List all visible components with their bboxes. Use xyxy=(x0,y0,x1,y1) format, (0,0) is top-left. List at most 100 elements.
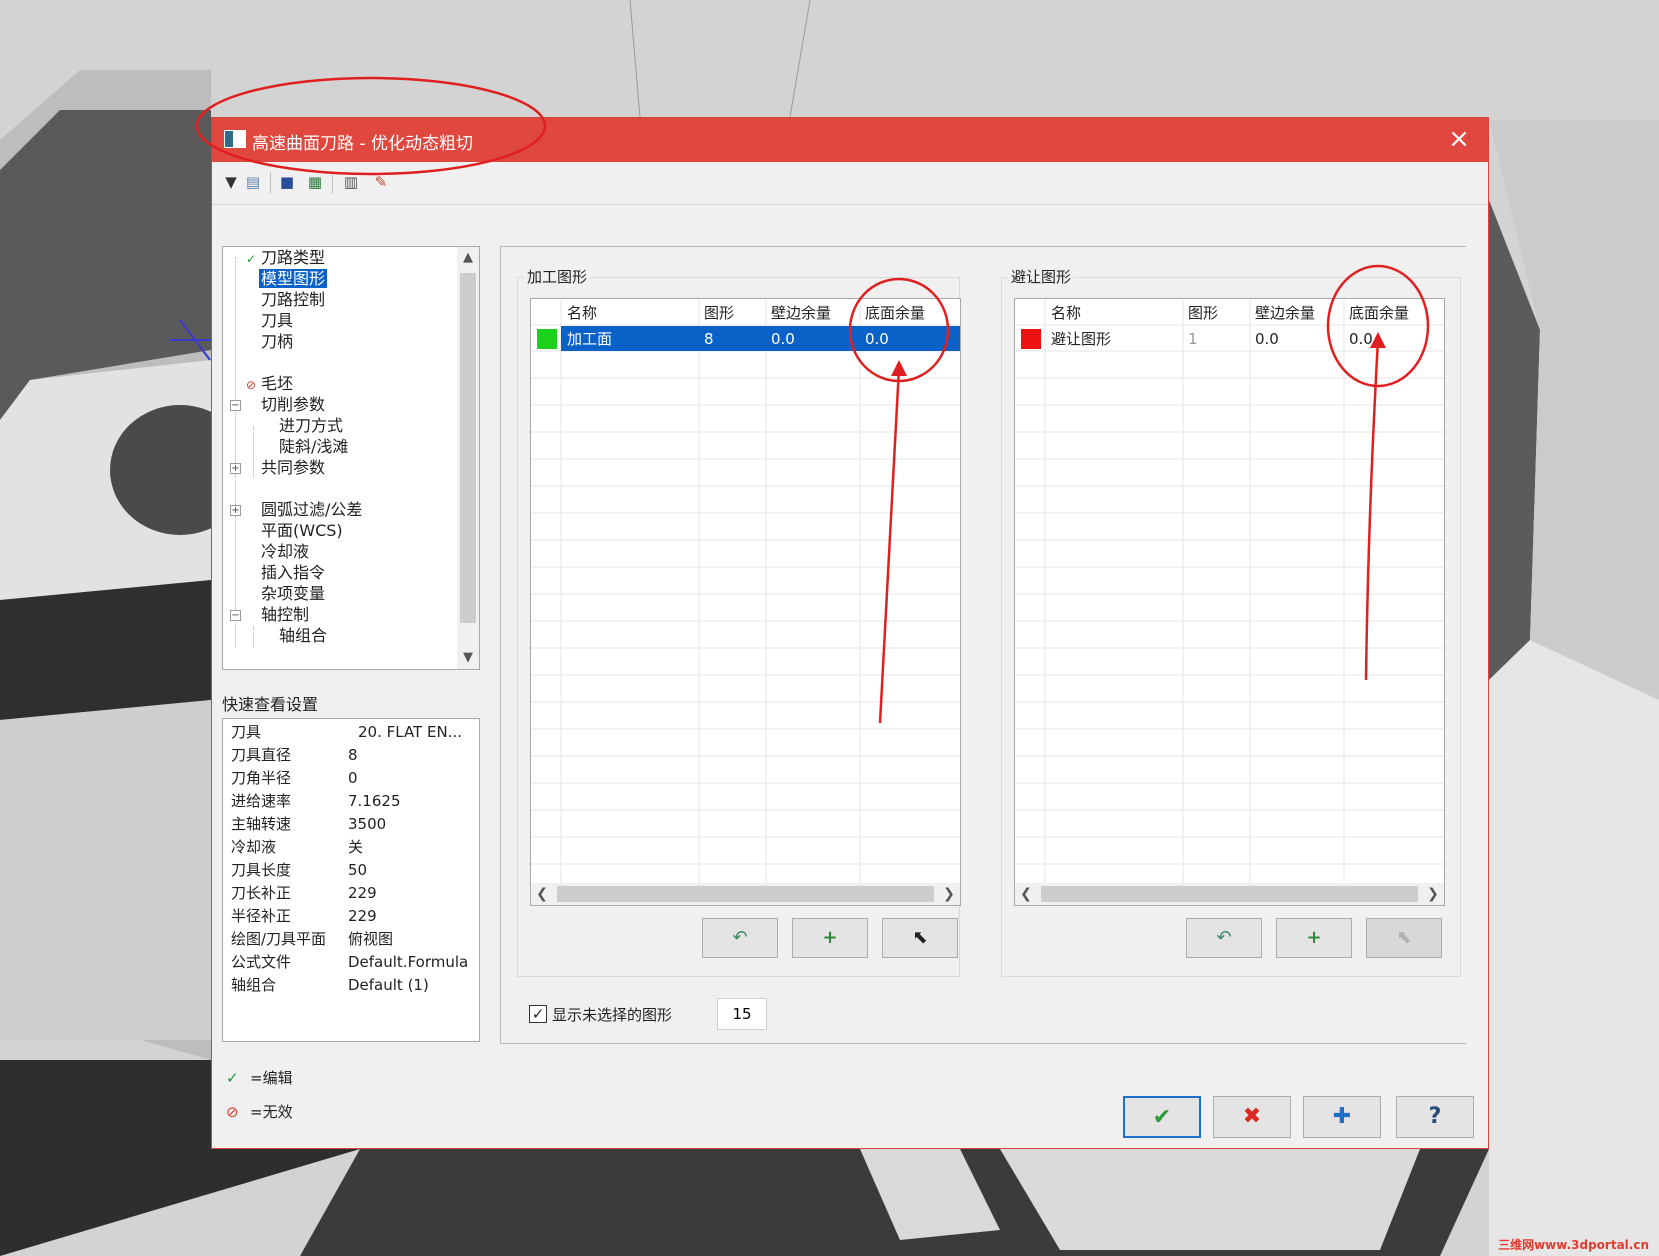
toolpath-dialog: 高速曲面刀路 - 优化动态粗切 × ▼ ▤ ■ ▦ ▥ ✎ ✓ 刀路类型 模型图形… xyxy=(211,117,1489,1149)
tree-item-cut-parameters[interactable]: 切削参数 xyxy=(243,394,327,416)
cancel-button[interactable]: ✖ xyxy=(1213,1096,1291,1138)
export-icon[interactable]: ▦ xyxy=(304,171,326,193)
select-geometry-button[interactable]: ⬉ xyxy=(1366,918,1442,958)
tree-item-axis-control[interactable]: 轴控制 xyxy=(243,604,311,626)
scroll-thumb[interactable] xyxy=(460,273,476,623)
tree-scrollbar[interactable]: ▲ ▼ xyxy=(457,247,479,669)
scroll-up-icon[interactable]: ▲ xyxy=(457,247,479,269)
title-bar[interactable]: 高速曲面刀路 - 优化动态粗切 × xyxy=(212,118,1488,162)
quick-view-row: 刀角半径 0 xyxy=(231,769,358,787)
tree-item-common-parameters[interactable]: 共同参数 xyxy=(243,457,327,479)
save-icon[interactable]: ■ xyxy=(276,171,298,193)
select-geometry-button[interactable]: ⬉ xyxy=(882,918,958,958)
quick-view-title: 快速查看设置 xyxy=(222,695,319,714)
group-title: 避让图形 xyxy=(1008,266,1075,287)
apply-button[interactable]: ✚ xyxy=(1303,1096,1381,1138)
quick-view-row: 绘图/刀具平面 俯视图 xyxy=(231,930,394,948)
show-unselected-label[interactable]: 显示未选择的图形 xyxy=(552,1004,672,1025)
quick-view-row: 刀长补正 229 xyxy=(231,884,377,902)
undo-selection-button[interactable]: ↶ xyxy=(1186,918,1262,958)
tool-icon[interactable]: ▼ xyxy=(220,171,242,193)
row-count[interactable]: 1 xyxy=(1188,327,1198,351)
app-icon xyxy=(224,130,246,148)
grid-horizontal-scrollbar[interactable]: ❮ ❯ xyxy=(1015,883,1444,905)
row-wall-stock[interactable]: 0.0 xyxy=(1255,327,1279,351)
quick-view-row: 进给速率 7.1625 xyxy=(231,792,401,810)
column-header-count[interactable]: 图形 xyxy=(704,299,734,325)
calculator-icon[interactable]: ▥ xyxy=(340,171,362,193)
avoidance-geometry-grid[interactable]: 名称 图形 壁边余量 底面余量 避让图形 1 0.0 0.0 ❮ ❯ xyxy=(1014,298,1445,906)
parameter-tree[interactable]: ✓ 刀路类型 模型图形 刀路控制 刀具 刀柄 ⊘ 毛坯 − 切削参数 进刀方式 陡斜… xyxy=(222,246,480,670)
tree-item-holder[interactable]: 刀柄 xyxy=(243,331,295,353)
expand-icon[interactable]: + xyxy=(230,505,241,516)
machining-geometry-grid[interactable]: 名称 图形 壁边余量 底面余量 加工面 8 0.0 0.0 ❮ ❯ xyxy=(530,298,961,906)
unselected-count-field[interactable]: 15 xyxy=(717,998,767,1030)
check-icon: ✓ xyxy=(226,1069,239,1087)
tree-item-axis-combination[interactable]: 轴组合 xyxy=(261,625,329,647)
column-header-name[interactable]: 名称 xyxy=(567,299,597,325)
scroll-right-icon[interactable]: ❯ xyxy=(938,883,960,905)
scroll-thumb[interactable] xyxy=(557,886,934,902)
machining-geometry-group: 加工图形 名称 图形 壁边余量 底面余量 加工面 8 0.0 0.0 ❮ ❯ ↶… xyxy=(517,266,961,977)
copy-params-icon[interactable]: ▤ xyxy=(242,171,264,193)
column-header-name[interactable]: 名称 xyxy=(1051,299,1081,325)
help-button[interactable]: ? xyxy=(1396,1096,1474,1138)
show-unselected-checkbox[interactable]: ✓ xyxy=(529,1005,547,1023)
row-floor-stock[interactable]: 0.0 xyxy=(865,327,889,351)
scroll-thumb[interactable] xyxy=(1041,886,1418,902)
toolbar: ▼ ▤ ■ ▦ ▥ ✎ xyxy=(212,162,1488,205)
column-header-wall-stock[interactable]: 壁边余量 xyxy=(771,299,831,325)
scroll-down-icon[interactable]: ▼ xyxy=(457,647,479,669)
tree-item-arc-filter[interactable]: 圆弧过滤/公差 xyxy=(243,499,364,521)
tree-item-misc-values[interactable]: 杂项变量 xyxy=(243,583,327,605)
undo-selection-button[interactable]: ↶ xyxy=(702,918,778,958)
quick-view-row: 轴组合 Default (1) xyxy=(231,976,429,994)
legend-edited: ✓ =编辑 xyxy=(226,1066,293,1090)
tree-item-stock[interactable]: ⊘ 毛坯 xyxy=(243,373,295,395)
window-title: 高速曲面刀路 - 优化动态粗切 xyxy=(252,134,473,154)
check-icon: ✓ xyxy=(245,252,257,266)
close-icon[interactable]: × xyxy=(1444,124,1474,154)
tree-item-canned-text[interactable]: 插入指令 xyxy=(243,562,327,584)
row-name[interactable]: 避让图形 xyxy=(1051,327,1111,351)
cancel-edit-icon[interactable]: ✎ xyxy=(370,171,392,193)
quick-view-row: 刀具直径 8 xyxy=(231,746,358,764)
column-header-floor-stock[interactable]: 底面余量 xyxy=(865,299,925,325)
tree-item-tool[interactable]: 刀具 xyxy=(243,310,295,332)
tree-item-model-geometry[interactable]: 模型图形 xyxy=(243,268,328,290)
add-geometry-button[interactable]: + xyxy=(1276,918,1352,958)
row-name[interactable]: 加工面 xyxy=(567,327,612,351)
quick-view-row: 冷却液关 xyxy=(231,838,364,856)
tree-item-entry-method[interactable]: 进刀方式 xyxy=(261,415,345,437)
scroll-left-icon[interactable]: ❮ xyxy=(531,883,553,905)
grid-horizontal-scrollbar[interactable]: ❮ ❯ xyxy=(531,883,960,905)
quick-view-row: 刀具 20. FLAT EN... xyxy=(231,723,462,741)
collapse-icon[interactable]: − xyxy=(230,400,241,411)
tree-item-planes[interactable]: 平面(WCS) xyxy=(243,520,345,542)
scroll-left-icon[interactable]: ❮ xyxy=(1015,883,1037,905)
tree-item-toolpath-control[interactable]: 刀路控制 xyxy=(243,289,327,311)
row-count[interactable]: 8 xyxy=(704,327,714,351)
expand-icon[interactable]: + xyxy=(230,463,241,474)
table-row-selected[interactable] xyxy=(561,326,960,351)
column-header-wall-stock[interactable]: 壁边余量 xyxy=(1255,299,1315,325)
row-wall-stock[interactable]: 0.0 xyxy=(771,327,795,351)
scroll-right-icon[interactable]: ❯ xyxy=(1422,883,1444,905)
geometry-color-swatch xyxy=(537,329,557,349)
avoidance-geometry-group: 避让图形 名称 图形 壁边余量 底面余量 避让图形 1 0.0 0.0 ❮ ❯ … xyxy=(1001,266,1461,977)
add-geometry-button[interactable]: + xyxy=(792,918,868,958)
geometry-color-swatch xyxy=(1021,329,1041,349)
column-header-count[interactable]: 图形 xyxy=(1188,299,1218,325)
collapse-icon[interactable]: − xyxy=(230,610,241,621)
legend-invalid: ⊘ =无效 xyxy=(226,1100,293,1124)
invalid-icon: ⊘ xyxy=(226,1103,239,1121)
tree-item-toolpath-type[interactable]: ✓ 刀路类型 xyxy=(243,247,327,269)
grid-lines xyxy=(531,299,960,885)
tree-item-steep-shallow[interactable]: 陡斜/浅滩 xyxy=(261,436,350,458)
group-title: 加工图形 xyxy=(524,266,591,287)
quick-view-row: 主轴转速 3500 xyxy=(231,815,387,833)
row-floor-stock[interactable]: 0.0 xyxy=(1349,327,1373,351)
tree-item-coolant[interactable]: 冷却液 xyxy=(243,541,311,563)
column-header-floor-stock[interactable]: 底面余量 xyxy=(1349,299,1409,325)
ok-button[interactable]: ✔ xyxy=(1123,1096,1201,1138)
